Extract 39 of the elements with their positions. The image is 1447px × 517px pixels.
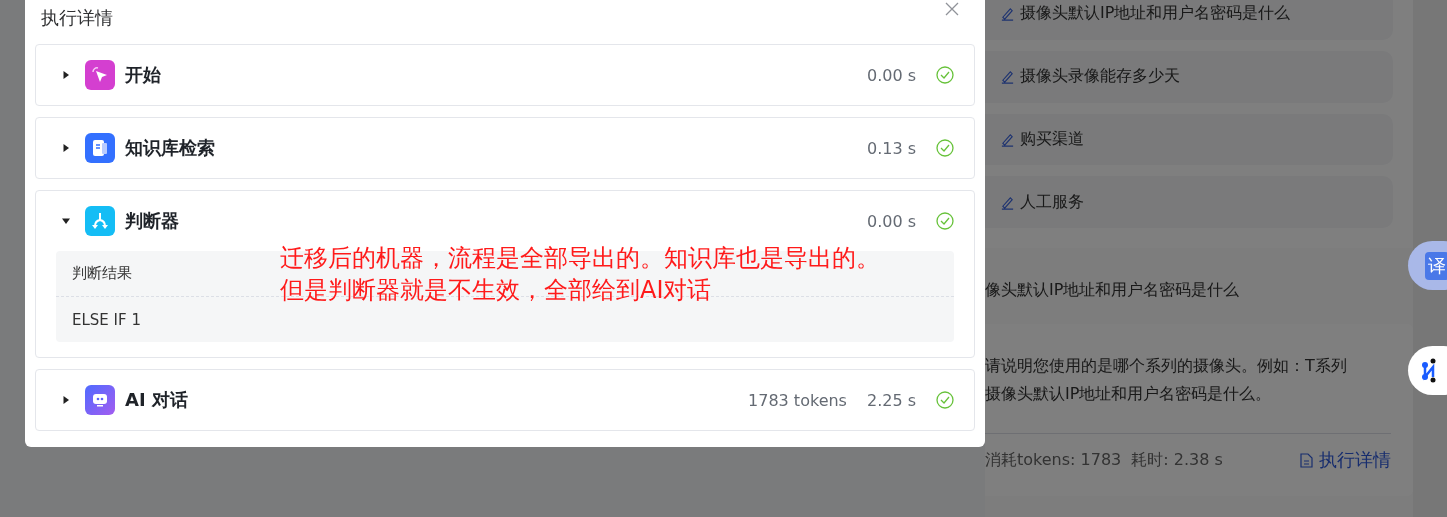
token-count: 1783 tokens: [748, 390, 847, 410]
suggestion-item[interactable]: 购买渠道: [985, 113, 1393, 166]
duration: 0.00 s: [866, 65, 916, 85]
dialog-title: 执行详情: [41, 6, 113, 30]
node-icon: [85, 206, 115, 236]
annotation-text: 但是判断器就是不生效，全部给到AI对话: [280, 275, 713, 306]
question-text: 像头默认IP地址和用户名密码是什么: [985, 279, 1241, 301]
duration: 0.13 s: [866, 138, 916, 158]
close-icon[interactable]: [945, 2, 959, 16]
document-icon: [1300, 452, 1313, 468]
node-icon: [85, 60, 115, 90]
duration: 0.00 s: [866, 211, 916, 231]
duration: 2.25 s: [866, 390, 916, 410]
pencil-icon: [1000, 131, 1015, 147]
answer-text: 请说明您使用的是哪个系列的摄像头。例如：T系列: [985, 355, 1348, 377]
pencil-icon: [1000, 6, 1015, 22]
caret-icon[interactable]: [61, 395, 71, 405]
annotation-text: 迁移后的机器，流程是全部导出的。知识库也是导出的。: [280, 243, 880, 274]
network-icon: [1422, 358, 1437, 383]
caret-icon[interactable]: [61, 143, 71, 153]
node-icon: [85, 133, 115, 163]
suggestion-item[interactable]: 人工服务: [985, 176, 1393, 228]
token-count: 消耗tokens: 1783: [985, 449, 1122, 471]
detail-text: ELSE IF 1: [72, 310, 141, 329]
caret-icon[interactable]: [61, 216, 71, 226]
step-name: 知识库检索: [125, 136, 215, 160]
detail-text: 判断结果: [72, 264, 132, 283]
answer-text: 摄像头默认IP地址和用户名密码是什么。: [985, 383, 1273, 405]
pencil-icon: [1000, 194, 1015, 210]
suggestion-item[interactable]: 摄像头录像能存多少天: [985, 50, 1393, 103]
node-icon: [85, 385, 115, 415]
caret-icon[interactable]: [61, 70, 71, 80]
suggestion-item[interactable]: 摄像头默认IP地址和用户名密码是什么: [985, 0, 1393, 40]
elapsed-time: 耗时: 2.38 s: [1131, 449, 1223, 471]
step-name: AI 对话: [125, 388, 188, 412]
step-name: 开始: [125, 63, 161, 87]
details-link[interactable]: 执行详情: [1300, 448, 1391, 472]
step-name: 判断器: [125, 209, 179, 233]
pencil-icon: [1000, 69, 1015, 85]
